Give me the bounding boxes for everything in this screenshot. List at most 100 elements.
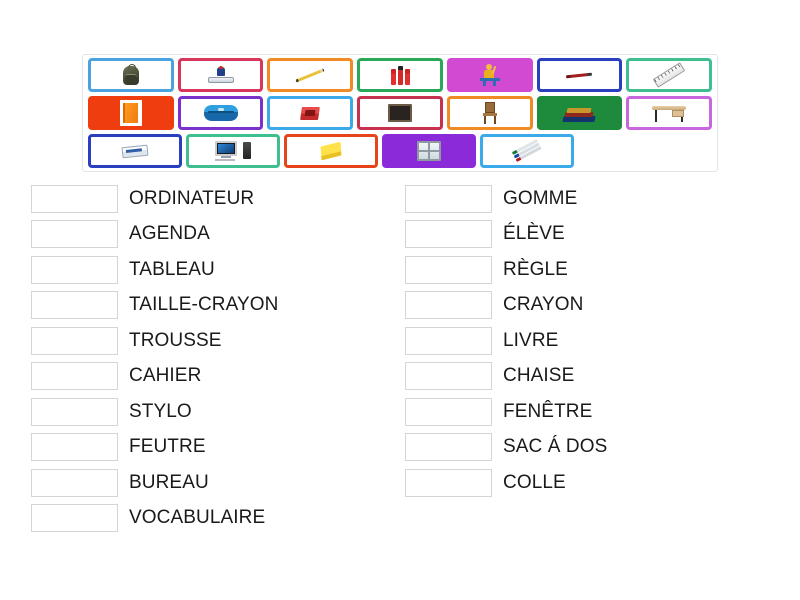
orange-notebook-icon xyxy=(91,99,171,127)
word-label: LIVRE xyxy=(503,329,559,351)
word-row: VOCABULAIRE xyxy=(31,501,278,537)
word-label: ORDINATEUR xyxy=(129,187,255,209)
word-label: TAILLE-CRAYON xyxy=(129,294,279,316)
tile-glue-sticks[interactable] xyxy=(357,58,443,92)
tile-row xyxy=(86,58,714,94)
felt-tip-markers-icon xyxy=(483,137,571,165)
backpack-icon xyxy=(91,61,171,89)
open-book-student-icon xyxy=(181,61,261,89)
tile-backpack[interactable] xyxy=(88,58,174,92)
drop-target-crayon[interactable] xyxy=(405,291,492,320)
tile-window[interactable] xyxy=(382,134,476,168)
drop-target-colle[interactable] xyxy=(405,468,492,497)
word-label: BUREAU xyxy=(129,471,209,493)
word-row: STYLO xyxy=(31,394,278,430)
word-row: LIVRE xyxy=(405,323,607,359)
word-label: COLLE xyxy=(503,471,566,493)
stacked-books-icon xyxy=(540,99,620,127)
word-label: TABLEAU xyxy=(129,258,215,280)
word-label: ÉLÈVE xyxy=(503,223,565,245)
word-label: FENÊTRE xyxy=(503,400,593,422)
word-label: CRAYON xyxy=(503,294,584,316)
tile-stacked-books[interactable] xyxy=(536,96,623,130)
word-label: FEUTRE xyxy=(129,436,206,458)
word-row: CAHIER xyxy=(31,359,278,395)
word-label: TROUSSE xyxy=(129,329,222,351)
drop-target-feutre[interactable] xyxy=(31,433,118,462)
word-row: CHAISE xyxy=(405,359,607,395)
word-row: ORDINATEUR xyxy=(31,181,278,217)
word-row: TABLEAU xyxy=(31,252,278,288)
ruler-icon xyxy=(629,61,709,89)
word-label: CHAISE xyxy=(503,365,575,387)
tile-desktop-computer[interactable] xyxy=(186,134,280,168)
tile-pencil-case[interactable] xyxy=(177,96,264,130)
drop-target-chaise[interactable] xyxy=(405,362,492,391)
word-row: TAILLE-CRAYON xyxy=(31,288,278,324)
word-column-left: ORDINATEUR AGENDA TABLEAU TAILLE-CRAYON … xyxy=(31,181,278,536)
drop-target-regle[interactable] xyxy=(405,255,492,284)
drop-target-sac-a-dos[interactable] xyxy=(405,433,492,462)
tile-student-at-desk[interactable] xyxy=(446,58,533,92)
word-label: RÈGLE xyxy=(503,258,568,280)
tile-pencil-sharpener[interactable] xyxy=(267,96,354,130)
drop-target-eleve[interactable] xyxy=(405,220,492,249)
word-row: AGENDA xyxy=(31,217,278,253)
image-tile-panel xyxy=(82,54,718,172)
glue-sticks-icon xyxy=(360,61,440,89)
word-row: TROUSSE xyxy=(31,323,278,359)
tile-orange-notebook[interactable] xyxy=(88,96,174,130)
word-label: VOCABULAIRE xyxy=(129,507,266,529)
drop-target-vocabulaire[interactable] xyxy=(31,504,118,533)
word-label: GOMME xyxy=(503,187,578,209)
tile-chair[interactable] xyxy=(446,96,533,130)
word-row: COLLE xyxy=(405,465,607,501)
word-row: FEUTRE xyxy=(31,430,278,466)
word-row: GOMME xyxy=(405,181,607,217)
chair-icon xyxy=(450,99,530,127)
tile-row xyxy=(86,134,714,170)
red-pen-icon xyxy=(540,61,620,89)
tile-yellow-notebook[interactable] xyxy=(284,134,378,168)
drop-target-tableau[interactable] xyxy=(31,255,118,284)
word-row: SAC Á DOS xyxy=(405,430,607,466)
pencil-icon xyxy=(270,61,350,89)
drop-target-bureau[interactable] xyxy=(31,468,118,497)
activity-page: ORDINATEUR AGENDA TABLEAU TAILLE-CRAYON … xyxy=(0,0,800,600)
eraser-icon xyxy=(91,137,179,165)
drop-target-gomme[interactable] xyxy=(405,184,492,213)
word-row: FENÊTRE xyxy=(405,394,607,430)
word-column-right: GOMME ÉLÈVE RÈGLE CRAYON LIVRE CHAISE FE… xyxy=(405,181,607,501)
pencil-sharpener-icon xyxy=(270,99,350,127)
pencil-case-icon xyxy=(181,99,261,127)
word-label: AGENDA xyxy=(129,223,210,245)
desktop-computer-icon xyxy=(189,137,277,165)
desk-icon xyxy=(629,99,709,127)
drop-target-ordinateur[interactable] xyxy=(31,184,118,213)
tile-open-book-student[interactable] xyxy=(177,58,264,92)
word-row: ÉLÈVE xyxy=(405,217,607,253)
drop-target-trousse[interactable] xyxy=(31,326,118,355)
word-label: STYLO xyxy=(129,400,192,422)
word-label: SAC Á DOS xyxy=(503,436,608,458)
drop-target-livre[interactable] xyxy=(405,326,492,355)
tile-desk[interactable] xyxy=(626,96,713,130)
drop-target-agenda[interactable] xyxy=(31,220,118,249)
tile-felt-tip-markers[interactable] xyxy=(480,134,574,168)
word-row: CRAYON xyxy=(405,288,607,324)
blackboard-icon xyxy=(360,99,440,127)
tile-pencil[interactable] xyxy=(267,58,354,92)
word-label: CAHIER xyxy=(129,365,202,387)
student-at-desk-icon xyxy=(450,61,530,89)
tile-red-pen[interactable] xyxy=(536,58,623,92)
yellow-notebook-icon xyxy=(287,137,375,165)
tile-blackboard[interactable] xyxy=(357,96,443,130)
tile-row xyxy=(86,96,714,132)
tile-ruler[interactable] xyxy=(626,58,713,92)
tile-eraser[interactable] xyxy=(88,134,182,168)
drop-target-taille-crayon[interactable] xyxy=(31,291,118,320)
drop-target-stylo[interactable] xyxy=(31,397,118,426)
word-row: RÈGLE xyxy=(405,252,607,288)
drop-target-fenetre[interactable] xyxy=(405,397,492,426)
drop-target-cahier[interactable] xyxy=(31,362,118,391)
